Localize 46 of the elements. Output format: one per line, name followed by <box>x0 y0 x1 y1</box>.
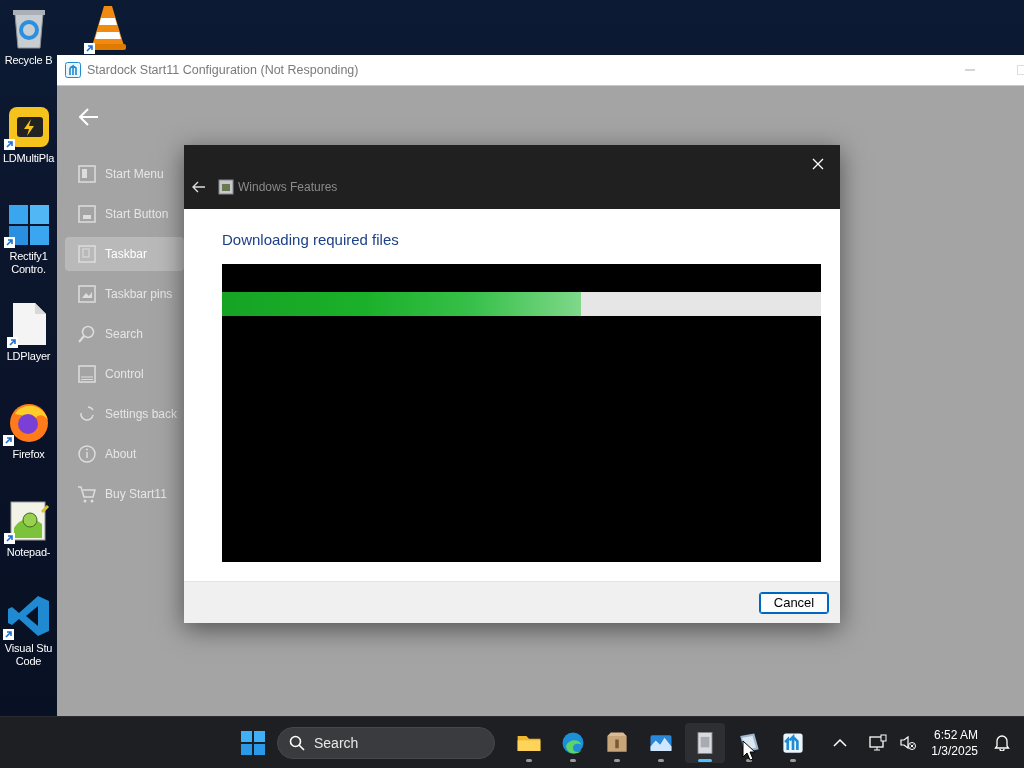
clock-time[interactable]: 6:52 AM <box>933 726 978 743</box>
desktop-icon-label[interactable]: LDPlayer <box>6 350 51 363</box>
chevron-up-icon <box>833 737 848 748</box>
file-icon <box>10 302 47 346</box>
speaker-muted-icon <box>899 733 918 752</box>
windows-logo-icon <box>241 730 265 755</box>
image-icon <box>77 284 97 304</box>
back-arrow-icon <box>79 108 99 126</box>
cart-icon <box>77 484 97 504</box>
taskbar-app-button[interactable] <box>685 722 725 763</box>
desktop-icon-label[interactable]: Recycle B <box>4 54 53 67</box>
start-menu-icon <box>77 164 97 184</box>
control-panel-icon <box>77 364 97 384</box>
close-icon <box>812 158 824 170</box>
maximize-icon <box>1017 65 1024 75</box>
minimize-icon <box>965 69 975 71</box>
mouse-cursor-icon <box>742 740 756 761</box>
desktop-icon-label[interactable]: LDMultiPla <box>2 152 55 165</box>
desktop-icon-label[interactable]: Firefox <box>12 448 45 461</box>
notifications-button[interactable] <box>992 732 1012 753</box>
clock-date[interactable]: 1/3/2025 <box>931 742 978 759</box>
code-editor-icon <box>6 594 51 638</box>
desktop-icon-label[interactable]: Visual Stu Code <box>0 642 57 668</box>
status-heading: Downloading required files <box>222 231 400 248</box>
back-arrow-icon <box>192 181 206 193</box>
dialog-title: Windows Features <box>238 180 338 194</box>
network-button[interactable] <box>867 731 890 754</box>
features-window-icon <box>218 179 234 195</box>
windows-logo-icon <box>7 204 50 246</box>
desktop-icon-label[interactable]: Notepad- <box>6 546 51 559</box>
monitor-icon <box>869 733 888 752</box>
search-icon <box>77 324 97 344</box>
window-title: Stardock Start11 Configuration (Not Responding) <box>87 63 359 77</box>
cancel-button[interactable]: Cancel <box>759 591 829 614</box>
lightning-app-icon <box>7 106 50 148</box>
search-field[interactable]: Search <box>277 726 495 759</box>
desktop-icon-label[interactable]: Rectify1 Contro. <box>0 250 57 276</box>
notepad-icon <box>7 498 50 542</box>
refresh-icon <box>77 404 97 424</box>
taskbar-icon <box>77 244 97 264</box>
info-icon <box>77 444 97 464</box>
start11-app-icon <box>65 62 81 78</box>
search-icon <box>289 734 305 751</box>
back-button[interactable] <box>192 181 206 193</box>
start-button-icon <box>77 204 97 224</box>
bell-icon <box>994 734 1010 751</box>
